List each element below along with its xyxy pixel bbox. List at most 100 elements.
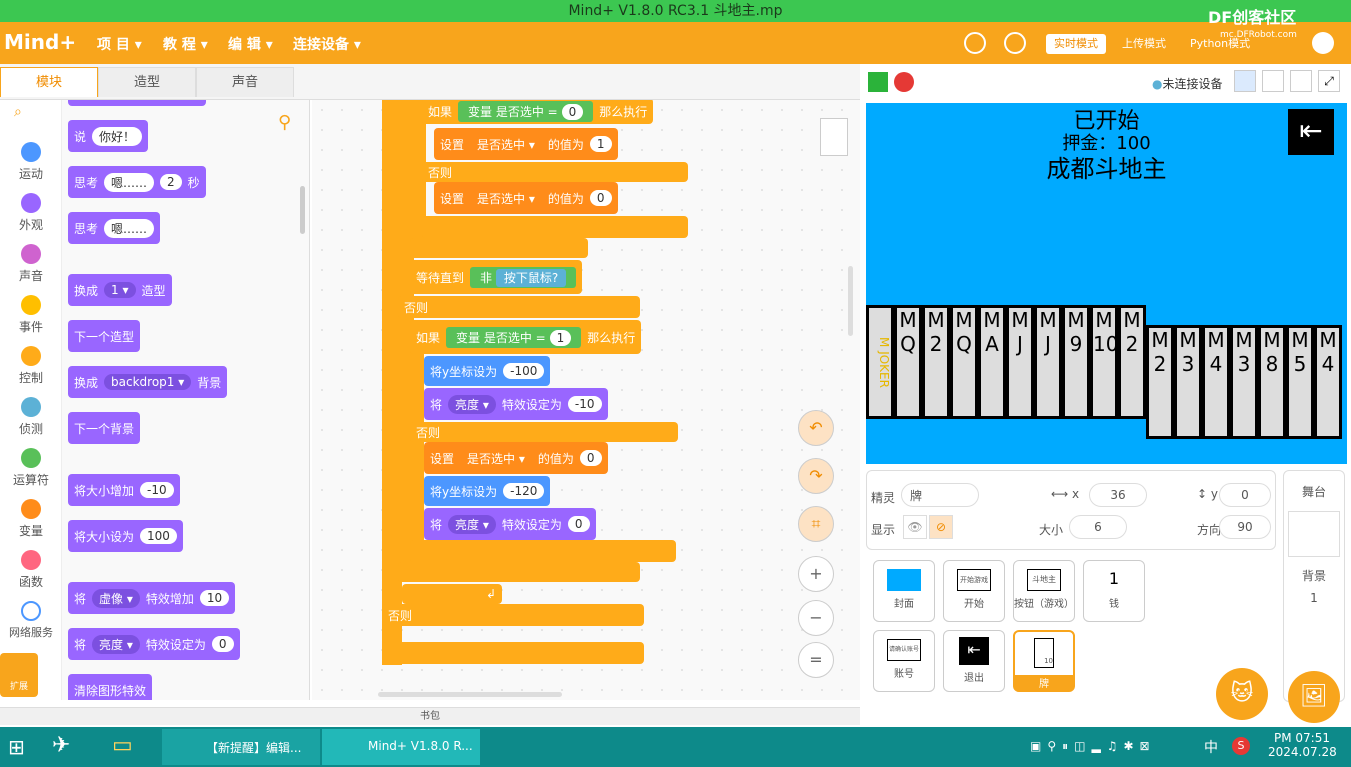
workspace-v-scrollbar[interactable] <box>848 266 853 336</box>
sprite-account[interactable]: 请确认账号 账号 <box>873 630 935 692</box>
palette-block-partial[interactable] <box>68 100 206 106</box>
set2-block[interactable]: 设置 是否选中 ▾ 的值为 0 <box>434 182 618 214</box>
edit-icon[interactable] <box>1004 32 1026 54</box>
menu-edit[interactable]: 编 辑 ▾ <box>228 34 273 54</box>
taskbar-item-mindplus[interactable]: Mind+ V1.8.0 R... <box>322 729 480 765</box>
card[interactable]: M4 <box>1202 325 1230 439</box>
stop-icon[interactable] <box>894 72 914 92</box>
script-workspace[interactable]: 如果 变量 是否选中 = 0 那么执行 设置 是否选中 ▾ 的值为 1 否则 设置 是否选中… <box>312 100 860 700</box>
palette-set-effect-block[interactable]: 将亮度 ▾ 特效设定为 0 <box>68 628 240 660</box>
category-looks[interactable]: 外观 <box>0 193 62 233</box>
card[interactable]: M8 <box>1258 325 1286 439</box>
card[interactable]: M9 <box>1062 305 1090 419</box>
card[interactable]: MQ <box>894 305 922 419</box>
set1-block[interactable]: 设置 是否选中 ▾ 的值为 1 <box>434 128 618 160</box>
sprite-money[interactable]: 1钱 <box>1083 560 1145 622</box>
wait-until-block[interactable]: 等待直到非 按下鼠标? <box>410 260 583 294</box>
y-input[interactable]: 0 <box>1219 483 1271 507</box>
palette-next-costume-block[interactable]: 下一个造型 <box>68 320 141 352</box>
exit-icon[interactable]: ⇤ <box>1288 109 1334 155</box>
realtime-mode-button[interactable]: 实时模式 <box>1046 34 1106 54</box>
palette-think-block[interactable]: 思考 嗯…… <box>68 212 161 244</box>
category-network[interactable]: 网络服务 <box>0 601 62 640</box>
category-control[interactable]: 控制 <box>0 346 62 386</box>
if1-block[interactable]: 如果 变量 是否选中 = 0 那么执行 <box>422 100 654 124</box>
show-eye-icon[interactable]: 👁 <box>903 515 927 539</box>
windows-start-icon[interactable]: ⊞ <box>8 735 30 759</box>
clock[interactable]: PM 07:51 2024.07.28 <box>1268 731 1337 759</box>
bird-app-icon[interactable]: ✈ <box>52 733 82 761</box>
card[interactable]: M2 <box>1146 325 1174 439</box>
workspace-h-scrollbar[interactable] <box>378 692 562 697</box>
extensions-button[interactable]: 扩展 <box>0 653 38 697</box>
tab-sounds[interactable]: 声音 <box>196 67 294 97</box>
ime-indicator[interactable]: 中 <box>1204 737 1218 757</box>
palette-change-effect-block[interactable]: 将虚像 ▾ 特效增加 10 <box>68 582 236 614</box>
system-tray-icons[interactable]: ▣⚲⏸◫▂♫✱⊠ <box>1030 739 1156 754</box>
large-stage-icon[interactable] <box>1290 70 1312 92</box>
menu-connect[interactable]: 连接设备 ▾ <box>293 34 361 54</box>
category-operators[interactable]: 运算符 <box>0 448 62 488</box>
sprite-game-button[interactable]: 斗地主 按钮（游戏） <box>1013 560 1075 622</box>
palette-next-backdrop-block[interactable]: 下一个背景 <box>68 412 141 444</box>
x-input[interactable]: 36 <box>1089 483 1147 507</box>
card[interactable]: M3 <box>1230 325 1258 439</box>
card[interactable]: M5 <box>1286 325 1314 439</box>
category-functions[interactable]: 函数 <box>0 550 62 590</box>
hide-eye-icon[interactable]: ⊘ <box>929 515 953 539</box>
stage-canvas[interactable]: 已开始 押金：100 成都斗地主 ⇤ M JOKER MQ M2 MQ MA M… <box>866 103 1347 464</box>
direction-input[interactable]: 90 <box>1219 515 1271 539</box>
palette-scrollbar[interactable] <box>300 186 305 234</box>
tab-costumes[interactable]: 造型 <box>98 67 196 97</box>
category-sound[interactable]: 声音 <box>0 244 62 284</box>
palette-switch-backdrop-block[interactable]: 换成 backdrop1 ▾ 背景 <box>68 366 228 398</box>
card[interactable]: MJ <box>1006 305 1034 419</box>
add-backdrop-button[interactable]: 🖼 <box>1288 671 1340 723</box>
green-flag-icon[interactable] <box>868 72 888 92</box>
category-sensing[interactable]: 侦测 <box>0 397 62 437</box>
card[interactable]: M4 <box>1314 325 1342 439</box>
set-y-block-2[interactable]: 将y坐标设为 -120 <box>424 476 551 506</box>
set-effect-block-1[interactable]: 将亮度 ▾ 特效设定为 -10 <box>424 388 608 420</box>
search-icon[interactable]: ⌕ <box>14 104 22 120</box>
palette-say-block[interactable]: 说你好！ <box>68 120 149 152</box>
minimap-thumb[interactable] <box>820 118 848 156</box>
connection-status[interactable]: ●未连接设备 <box>1152 75 1223 92</box>
add-sprite-button[interactable]: 🐱 <box>1216 668 1268 720</box>
size-input[interactable]: 6 <box>1069 515 1127 539</box>
zoom-out-icon[interactable]: − <box>798 600 834 636</box>
set-effect-block-2[interactable]: 将亮度 ▾ 特效设定为 0 <box>424 508 596 540</box>
sprite-start[interactable]: 开始游戏 开始 <box>943 560 1005 622</box>
zoom-in-icon[interactable]: + <box>798 556 834 592</box>
learn-icon[interactable] <box>964 32 986 54</box>
card[interactable]: M2 <box>922 305 950 419</box>
palette-switch-costume-block[interactable]: 换成 1 ▾ 造型 <box>68 274 172 306</box>
sprite-name-input[interactable]: 牌 <box>901 483 979 507</box>
set-y-block-1[interactable]: 将y坐标设为 -100 <box>424 356 551 386</box>
card[interactable]: M 10 <box>1090 305 1118 419</box>
taskbar-item-browser[interactable]: 【新提醒】编辑... <box>162 729 320 765</box>
zoom-reset-icon[interactable]: = <box>798 642 834 678</box>
palette-change-size-block[interactable]: 将大小增加 -10 <box>68 474 180 506</box>
sprite-exit[interactable]: ⇤ 退出 <box>943 630 1005 692</box>
palette-set-size-block[interactable]: 将大小设为 100 <box>68 520 183 552</box>
card[interactable]: MQ <box>950 305 978 419</box>
category-motion[interactable]: 运动 <box>0 142 62 182</box>
upload-mode-button[interactable]: 上传模式 <box>1114 34 1174 54</box>
sprite-cover[interactable]: 封面 <box>873 560 935 622</box>
menu-tutorial[interactable]: 教 程 ▾ <box>163 34 208 54</box>
small-stage-icon[interactable] <box>1234 70 1256 92</box>
tab-blocks[interactable]: 模块 <box>0 67 98 97</box>
card-joker[interactable]: M JOKER <box>866 305 894 419</box>
bookbag-bar[interactable]: 书包 <box>0 707 860 725</box>
set3-block[interactable]: 设置 是否选中 ▾ 的值为 0 <box>424 442 608 474</box>
settings-icon[interactable] <box>1312 32 1334 54</box>
crop-icon[interactable]: ⌗ <box>798 506 834 542</box>
card[interactable]: M3 <box>1174 325 1202 439</box>
sogou-icon[interactable]: S <box>1232 737 1250 755</box>
pin-icon[interactable]: ⚲ <box>278 112 291 133</box>
stage-thumbnail[interactable] <box>1288 511 1340 557</box>
card[interactable]: MJ <box>1034 305 1062 419</box>
palette-clear-effects-block[interactable]: 清除图形特效 <box>68 674 153 700</box>
undo-icon[interactable]: ↶ <box>798 410 834 446</box>
